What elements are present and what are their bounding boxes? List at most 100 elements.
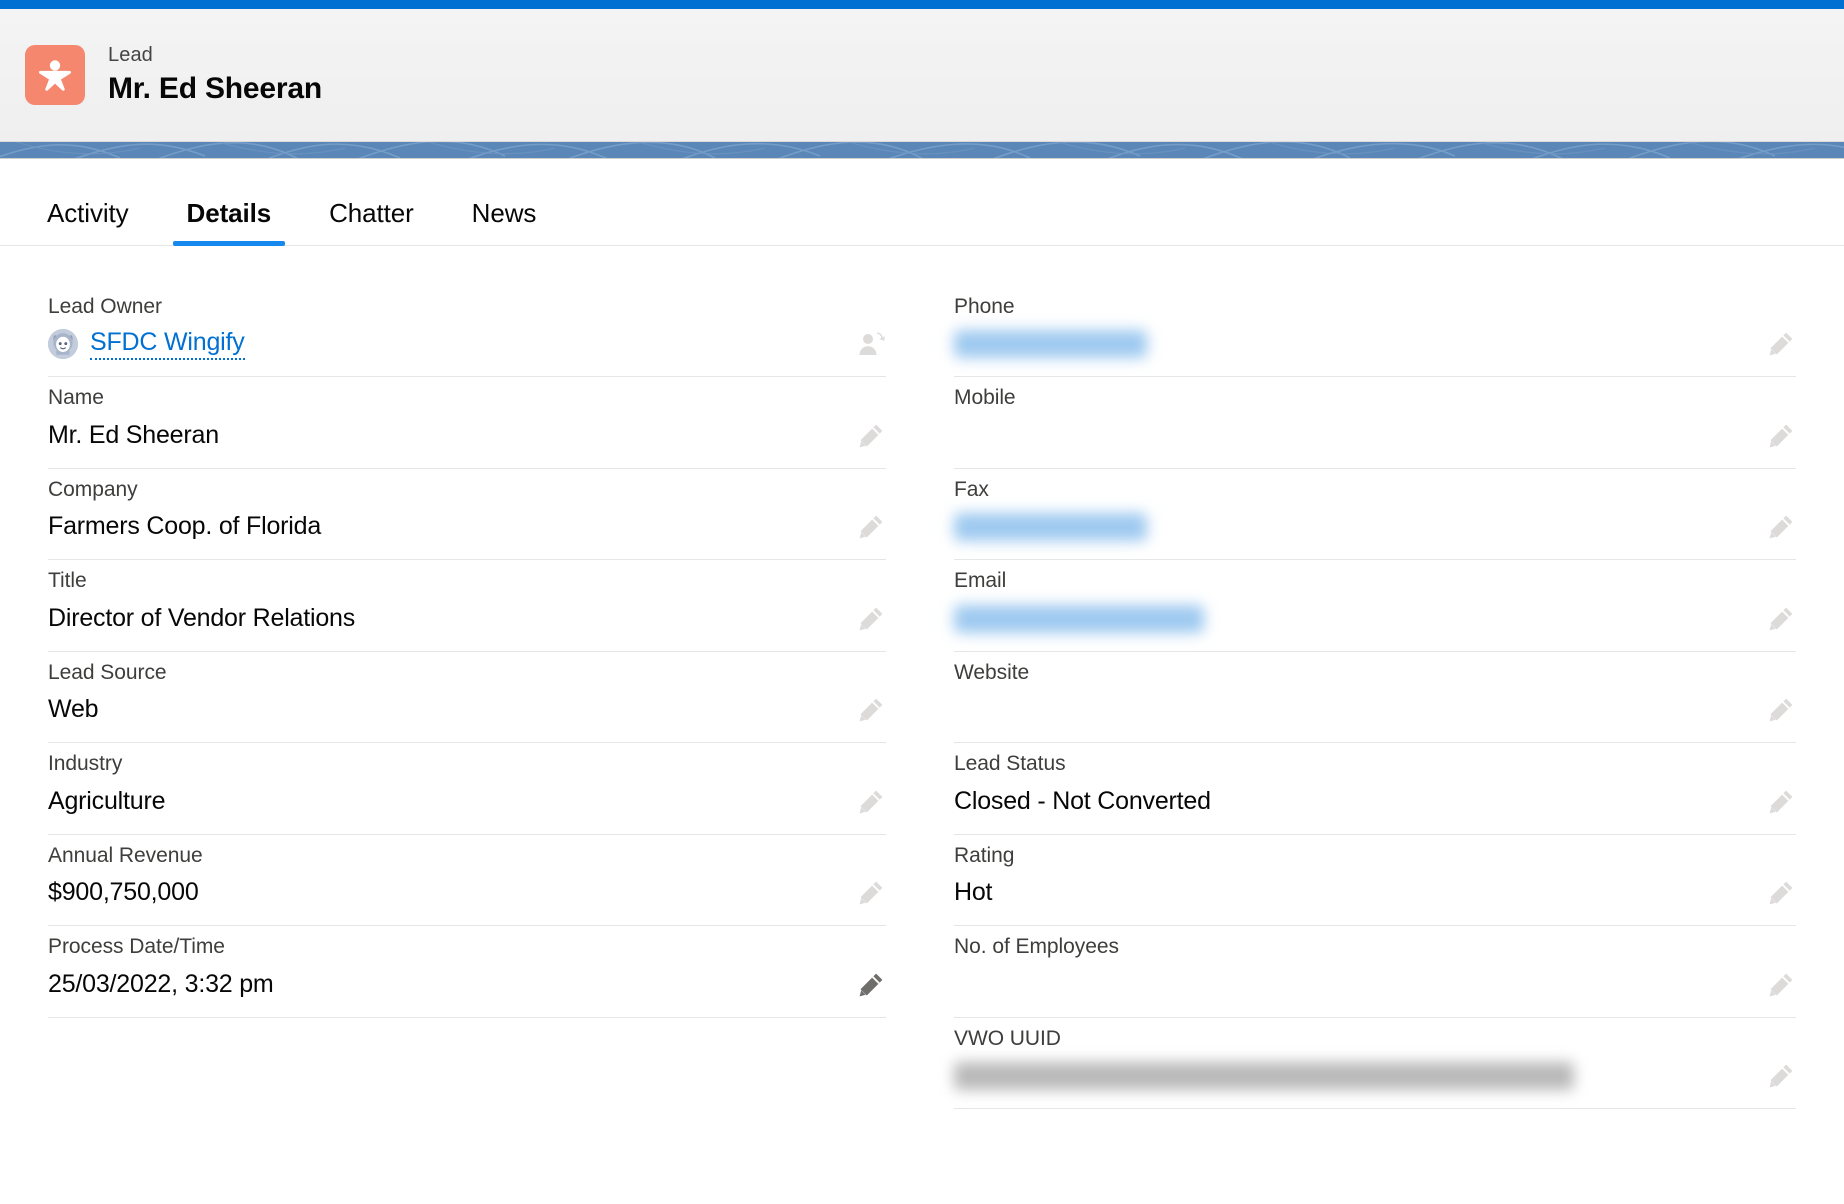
field-value-row xyxy=(954,1054,1796,1098)
field-label: Name xyxy=(48,386,104,410)
field-value-row xyxy=(954,597,1796,641)
pencil-icon[interactable] xyxy=(856,787,886,817)
field-value-row xyxy=(954,505,1796,549)
field-value-row: Mr. Ed Sheeran xyxy=(48,414,886,458)
field-value-row: Closed - Not Converted xyxy=(954,780,1796,824)
redacted-value xyxy=(954,604,1204,633)
field-value-row: Hot xyxy=(954,871,1796,915)
record-tabs: Activity Details Chatter News xyxy=(0,159,1844,246)
pencil-icon[interactable] xyxy=(1766,512,1796,542)
redacted-value xyxy=(954,513,1147,542)
field-value: 25/03/2022, 3:32 pm xyxy=(48,969,274,998)
object-type-label: Lead xyxy=(108,43,153,66)
details-right-column: Phone Mobile Fax Email Website Lead Status Clo… xyxy=(922,286,1844,1109)
field-value: Closed - Not Converted xyxy=(954,786,1211,815)
pencil-icon[interactable] xyxy=(1766,329,1796,359)
pencil-icon[interactable] xyxy=(856,970,886,1000)
field-label: Process Date/Time xyxy=(48,935,225,959)
field-row: Fax xyxy=(954,469,1796,561)
field-value-row: Farmers Coop. of Florida xyxy=(48,505,886,549)
field-value-row: 25/03/2022, 3:32 pm xyxy=(48,963,886,1007)
lead-owner-link[interactable]: SFDC Wingify xyxy=(90,328,245,361)
field-row: Annual Revenue $900,750,000 xyxy=(48,835,886,927)
field-label: Lead Status xyxy=(954,752,1066,776)
field-row: Email xyxy=(954,560,1796,652)
field-label: Title xyxy=(48,569,87,593)
pencil-icon[interactable] xyxy=(856,604,886,634)
tab-chatter-label: Chatter xyxy=(329,198,414,228)
field-row: Website xyxy=(954,652,1796,744)
field-value: $900,750,000 xyxy=(48,878,199,907)
pencil-icon[interactable] xyxy=(1766,787,1796,817)
page-title: Mr. Ed Sheeran xyxy=(108,71,322,105)
tab-news[interactable]: News xyxy=(472,198,537,245)
field-value-row xyxy=(954,963,1796,1007)
field-label: Industry xyxy=(48,752,123,776)
highlights-banner xyxy=(0,142,1844,159)
owner-value: SFDC Wingify xyxy=(48,328,245,361)
field-label: Fax xyxy=(954,477,989,501)
tab-details-label: Details xyxy=(186,198,272,228)
details-panel: Lead Owner SFDC Wingify Name Mr. Ed Sheeran… xyxy=(0,246,1844,1109)
pencil-icon[interactable] xyxy=(1766,604,1796,634)
field-value-row xyxy=(954,414,1796,458)
redacted-value xyxy=(954,1061,1574,1090)
avatar xyxy=(48,329,78,360)
field-value: Mr. Ed Sheeran xyxy=(48,421,219,449)
field-label: Company xyxy=(48,477,138,501)
record-header-text: Lead Mr. Ed Sheeran xyxy=(108,43,322,108)
pencil-icon[interactable] xyxy=(1766,421,1796,451)
pencil-icon[interactable] xyxy=(856,695,886,725)
field-row: Industry Agriculture xyxy=(48,743,886,835)
tab-news-label: News xyxy=(471,198,537,228)
field-row: VWO UUID xyxy=(954,1018,1796,1109)
field-row: Phone xyxy=(954,286,1796,378)
pencil-icon[interactable] xyxy=(1766,1061,1796,1091)
field-label: Mobile xyxy=(954,386,1016,410)
tab-activity-label: Activity xyxy=(47,198,129,228)
pencil-icon[interactable] xyxy=(1766,695,1796,725)
field-row: Rating Hot xyxy=(954,835,1796,927)
pencil-icon[interactable] xyxy=(1766,970,1796,1000)
field-label: VWO UUID xyxy=(954,1026,1061,1050)
pencil-icon[interactable] xyxy=(856,421,886,451)
field-row: No. of Employees xyxy=(954,926,1796,1018)
page-root: Lead Mr. Ed Sheeran Activity Details Cha… xyxy=(0,0,1844,1109)
field-row: Lead Owner SFDC Wingify xyxy=(48,286,886,378)
record-header: Lead Mr. Ed Sheeran xyxy=(0,9,1844,142)
field-row: Process Date/Time 25/03/2022, 3:32 pm xyxy=(48,926,886,1018)
redacted-value xyxy=(954,330,1147,359)
field-value-row: Director of Vendor Relations xyxy=(48,597,886,641)
field-label: Lead Owner xyxy=(48,295,162,318)
field-value-row: $900,750,000 xyxy=(48,871,886,915)
tab-details[interactable]: Details xyxy=(172,198,285,246)
tab-activity[interactable]: Activity xyxy=(47,198,129,245)
field-row: Name Mr. Ed Sheeran xyxy=(48,377,886,469)
field-row: Lead Source Web xyxy=(48,652,886,744)
field-value: Web xyxy=(48,695,99,724)
lead-person-icon xyxy=(25,45,85,105)
pencil-icon[interactable] xyxy=(856,878,886,908)
tab-chatter[interactable]: Chatter xyxy=(329,198,414,245)
pencil-icon[interactable] xyxy=(1766,878,1796,908)
field-value: Hot xyxy=(954,878,993,907)
field-value: Agriculture xyxy=(48,786,166,815)
pencil-icon[interactable] xyxy=(856,512,886,542)
field-value-row: SFDC Wingify xyxy=(48,322,886,366)
field-row: Lead Status Closed - Not Converted xyxy=(954,743,1796,835)
field-value: Farmers Coop. of Florida xyxy=(48,512,322,541)
field-row: Mobile xyxy=(954,377,1796,469)
field-value-row xyxy=(954,688,1796,732)
top-accent-bar xyxy=(0,0,1844,9)
field-row: Title Director of Vendor Relations xyxy=(48,560,886,652)
field-row: Company Farmers Coop. of Florida xyxy=(48,469,886,561)
field-label: Rating xyxy=(954,843,1015,867)
field-label: Email xyxy=(954,569,1007,593)
field-value: Director of Vendor Relations xyxy=(48,603,356,632)
change-owner-icon[interactable] xyxy=(856,329,886,359)
field-value-row xyxy=(954,322,1796,366)
field-label: Phone xyxy=(954,295,1015,318)
field-label: No. of Employees xyxy=(954,935,1119,959)
field-label: Lead Source xyxy=(48,660,167,684)
details-left-column: Lead Owner SFDC Wingify Name Mr. Ed Sheeran… xyxy=(0,286,922,1109)
